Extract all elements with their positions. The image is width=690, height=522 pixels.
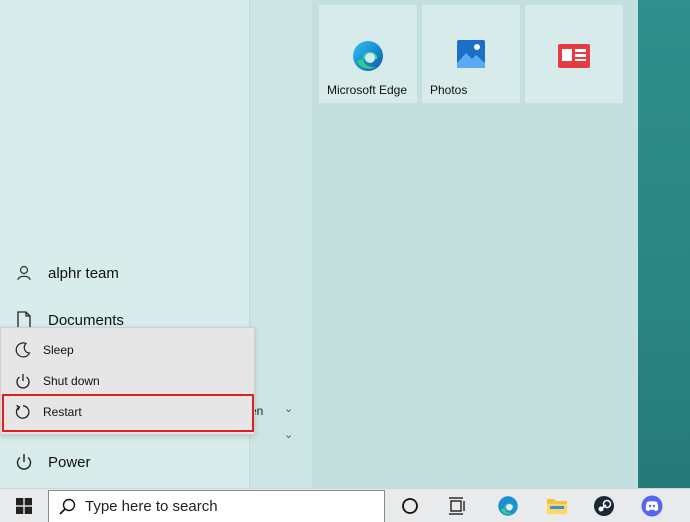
tile-label: Photos <box>430 83 468 97</box>
user-icon <box>0 265 48 281</box>
photos-icon <box>422 39 520 69</box>
power-icon <box>0 453 48 471</box>
expand-chevron-icon[interactable]: ⌄ <box>284 402 293 415</box>
shut-down-option[interactable]: Shut down <box>1 365 254 396</box>
file-explorer-icon[interactable] <box>538 489 576 522</box>
tile-news[interactable] <box>525 5 623 103</box>
shut-down-label: Shut down <box>43 373 100 388</box>
search-icon <box>49 498 85 515</box>
edge-icon <box>319 39 417 73</box>
news-icon <box>525 43 623 69</box>
power-label: Power <box>48 453 91 471</box>
tile-label: Microsoft Edge <box>327 83 408 97</box>
restart-highlight-box <box>2 394 254 432</box>
discord-icon[interactable] <box>633 489 671 522</box>
task-view-icon[interactable] <box>438 489 476 522</box>
taskbar-search-box[interactable] <box>48 490 385 522</box>
power-button[interactable]: Power <box>0 446 250 478</box>
tile-photos[interactable]: Photos <box>422 5 520 103</box>
moon-icon <box>1 341 43 358</box>
sleep-option[interactable]: Sleep <box>1 334 254 365</box>
documents-label: Documents <box>48 311 124 329</box>
search-input[interactable] <box>85 498 375 515</box>
tile-microsoft-edge[interactable]: Microsoft Edge <box>319 5 417 103</box>
steam-icon[interactable] <box>585 489 623 522</box>
cortana-icon[interactable] <box>391 489 429 522</box>
taskbar <box>0 488 690 522</box>
edge-icon[interactable] <box>489 489 527 522</box>
desktop-wallpaper <box>638 0 690 488</box>
windows-start-icon[interactable] <box>0 489 48 522</box>
app-list: en ⌄ ⌄ <box>250 0 312 488</box>
user-account-button[interactable]: alphr team <box>0 257 250 289</box>
expand-chevron-icon-2[interactable]: ⌄ <box>284 428 293 441</box>
sleep-label: Sleep <box>43 342 74 357</box>
user-name: alphr team <box>48 264 119 282</box>
power-icon <box>1 373 43 389</box>
tiles-area: Microsoft Edge Photos <box>312 0 638 488</box>
